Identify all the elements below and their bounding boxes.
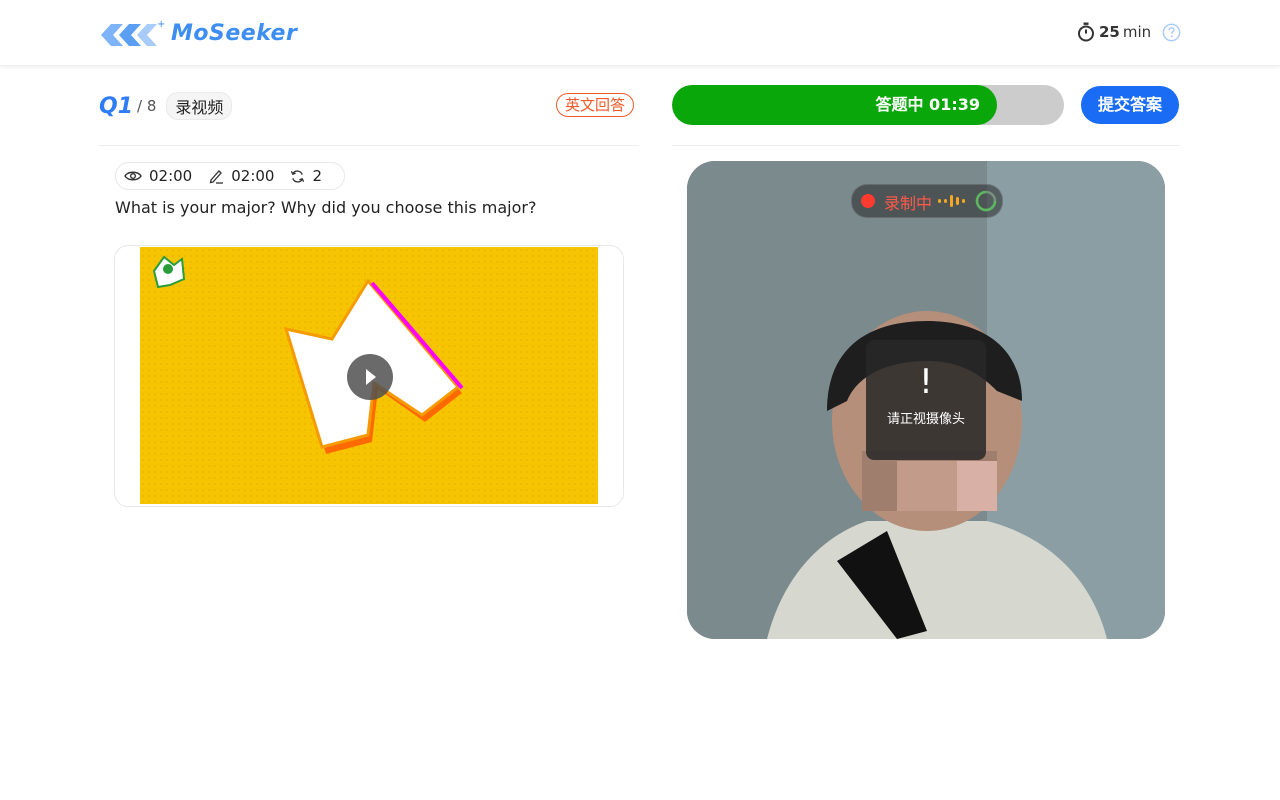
view-time-stat: 02:00 (124, 167, 192, 185)
exclamation-icon: ! (919, 362, 933, 402)
play-button[interactable] (347, 354, 393, 400)
logo-mark-icon: + (101, 19, 165, 46)
question-type-badge: 录视频 (166, 92, 233, 120)
answer-time-value: 02:00 (231, 167, 275, 185)
top-bar: + MoSeeker 25 min (0, 0, 1280, 66)
question-text: What is your major? Why did you choose t… (115, 198, 537, 217)
submit-answer-button[interactable]: 提交答案 (1081, 86, 1179, 124)
left-divider (99, 145, 639, 146)
remaining-time: 25 min (1077, 22, 1151, 42)
recording-label: 录制中 (884, 194, 933, 213)
answer-time-stat: 02:00 (208, 167, 274, 185)
retry-count-stat: 2 (290, 167, 322, 185)
question-number: Q1 (99, 93, 134, 119)
stopwatch-icon (1078, 22, 1094, 42)
recording-dot-icon (861, 194, 875, 208)
timer-unit: min (1122, 23, 1152, 41)
logo-text: MoSeeker (171, 20, 298, 46)
eye-icon (124, 171, 142, 181)
answer-progress-label: 答题中 01:39 (875, 95, 980, 114)
face-camera-warning: ! 请正视摄像头 (866, 340, 986, 460)
question-video[interactable] (114, 245, 624, 507)
pencil-icon (209, 170, 224, 184)
warning-text: 请正视摄像头 (886, 412, 965, 427)
timer-value: 25 (1099, 23, 1120, 41)
english-answer-tag: 英文回答 (556, 93, 635, 117)
right-divider (672, 145, 1180, 146)
view-time-value: 02:00 (149, 167, 193, 185)
loading-ring-icon (975, 190, 997, 212)
question-header: Q1 / 8 录视频 (99, 92, 233, 120)
audio-level-icon (938, 195, 965, 207)
camera-preview: 录制中 ! 请正视摄像头 (687, 161, 1165, 639)
moseeker-logo[interactable]: + MoSeeker (99, 18, 297, 48)
answer-progress-bar: 答题中 01:39 (672, 85, 1064, 125)
retry-count-value: 2 (312, 167, 323, 185)
help-icon[interactable] (1162, 23, 1181, 42)
recording-indicator: 录制中 (851, 184, 1003, 218)
refresh-icon (291, 169, 305, 183)
question-stats: 02:00 02:00 2 (115, 162, 345, 190)
svg-text:+: + (157, 19, 165, 30)
question-total: / 8 (137, 97, 157, 115)
